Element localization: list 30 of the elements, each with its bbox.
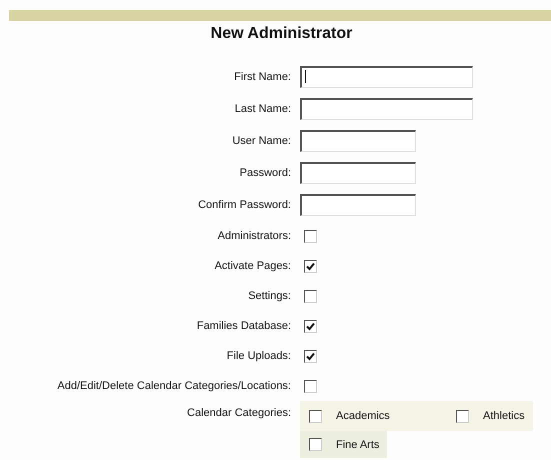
- checkbox[interactable]: [304, 230, 317, 242]
- text-field[interactable]: [300, 130, 416, 152]
- checkbox[interactable]: [456, 410, 469, 422]
- checkbox[interactable]: [304, 260, 317, 272]
- permission-label: Administrators:: [216, 230, 291, 242]
- checkbox[interactable]: [309, 410, 322, 422]
- checkbox[interactable]: [304, 350, 317, 362]
- text-field[interactable]: [300, 66, 473, 88]
- field-label: Password:: [238, 167, 291, 179]
- checkbox[interactable]: [304, 320, 317, 332]
- field-label: First Name:: [233, 71, 291, 83]
- page-title: New Administrator: [210, 25, 354, 43]
- checkbox[interactable]: [309, 438, 322, 451]
- text-field[interactable]: [300, 98, 473, 120]
- permission-label: Add/Edit/Delete Calendar Categories/Locations:: [56, 380, 291, 392]
- category-label: Academics: [336, 410, 390, 422]
- field-label: Last Name:: [234, 103, 291, 115]
- permission-label: File Uploads:: [226, 350, 291, 362]
- category-label: Fine Arts: [336, 438, 380, 450]
- text-field[interactable]: [300, 194, 416, 216]
- field-label: Confirm Password:: [197, 199, 291, 211]
- permission-label: Families Database:: [196, 320, 291, 332]
- checkbox[interactable]: [304, 290, 317, 302]
- permission-label: Settings:: [247, 290, 291, 302]
- category-label: Athletics: [483, 410, 525, 422]
- permission-label: Activate Pages:: [214, 260, 291, 272]
- checkbox[interactable]: [304, 380, 317, 392]
- field-label: Calendar Categories:: [186, 406, 291, 419]
- field-label: User Name:: [231, 135, 291, 147]
- text-field[interactable]: [300, 162, 416, 184]
